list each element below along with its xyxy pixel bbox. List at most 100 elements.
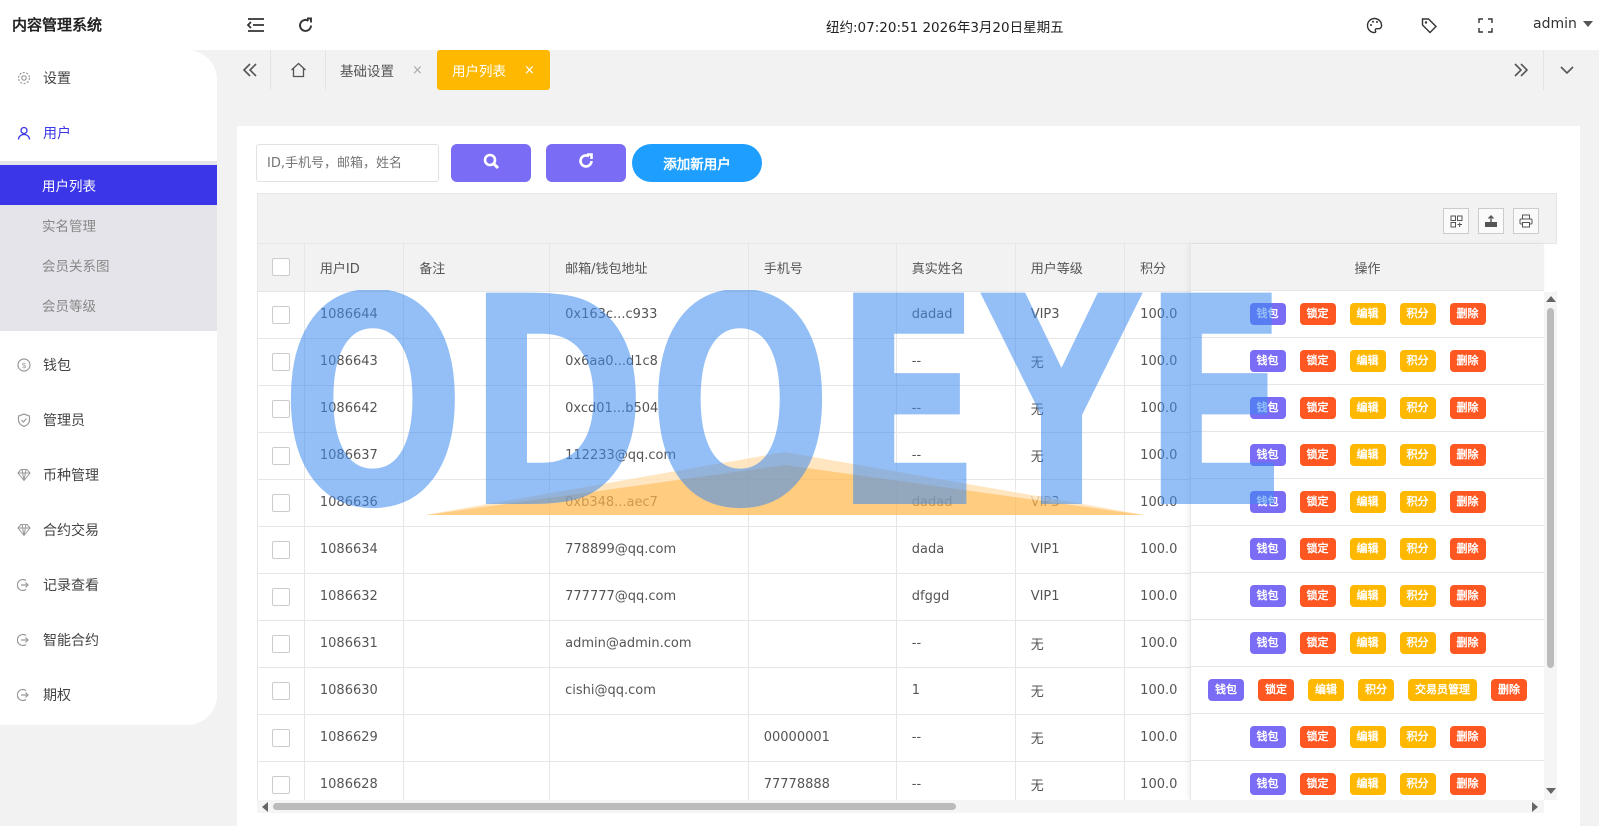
lock-button[interactable]: 锁定 (1299, 491, 1336, 513)
refresh-icon[interactable] (294, 14, 316, 36)
lock-button[interactable]: 锁定 (1299, 585, 1336, 607)
scroll-right-arrow-icon[interactable] (1532, 802, 1538, 812)
edit-button[interactable]: 编辑 (1349, 350, 1386, 372)
row-checkbox[interactable] (271, 305, 290, 324)
row-checkbox[interactable] (271, 446, 290, 465)
lock-button[interactable]: 锁定 (1299, 726, 1336, 748)
col-header-level[interactable]: 用户等级 (1015, 244, 1126, 292)
tab-user-list[interactable]: 用户列表 × (437, 50, 550, 90)
vertical-scroll-thumb[interactable] (1547, 308, 1554, 668)
close-icon[interactable]: × (524, 63, 535, 78)
edit-button[interactable]: 编辑 (1349, 726, 1386, 748)
wallet-button[interactable]: 钱包 (1249, 538, 1286, 560)
lock-button[interactable]: 锁定 (1299, 350, 1336, 372)
row-checkbox[interactable] (271, 634, 290, 653)
export-icon[interactable] (1478, 208, 1504, 234)
row-checkbox[interactable] (271, 540, 290, 559)
close-icon[interactable]: × (412, 63, 423, 78)
points-button[interactable]: 积分 (1399, 397, 1436, 419)
edit-button[interactable]: 编辑 (1349, 773, 1386, 795)
tabs-scroll-right-icon[interactable] (1511, 60, 1531, 80)
horizontal-scrollbar[interactable] (257, 800, 1544, 813)
row-checkbox[interactable] (271, 352, 290, 371)
wallet-button[interactable]: 钱包 (1249, 397, 1286, 419)
col-header-phone[interactable]: 手机号 (748, 244, 897, 292)
lock-button[interactable]: 锁定 (1299, 397, 1336, 419)
delete-button[interactable]: 删除 (1449, 538, 1486, 560)
scroll-left-arrow-icon[interactable] (262, 802, 268, 812)
delete-button[interactable]: 删除 (1449, 444, 1486, 466)
reset-button[interactable] (546, 144, 626, 182)
palette-icon[interactable] (1363, 14, 1385, 36)
submenu-member-graph[interactable]: 会员关系图 (0, 245, 217, 285)
lock-button[interactable]: 锁定 (1258, 679, 1294, 701)
row-checkbox[interactable] (271, 775, 290, 794)
sidebar-item-currencies[interactable]: 币种管理 (0, 455, 217, 495)
wallet-button[interactable]: 钱包 (1249, 350, 1286, 372)
print-icon[interactable] (1513, 208, 1539, 234)
tabs-menu-chevron-down-icon[interactable] (1557, 60, 1577, 80)
columns-icon[interactable] (1443, 208, 1469, 234)
wallet-button[interactable]: 钱包 (1249, 491, 1286, 513)
wallet-button[interactable]: 钱包 (1249, 726, 1286, 748)
row-checkbox[interactable] (271, 681, 290, 700)
points-button[interactable]: 积分 (1399, 350, 1436, 372)
points-button[interactable]: 积分 (1399, 773, 1436, 795)
delete-button[interactable]: 删除 (1449, 585, 1486, 607)
sidebar-item-contracts[interactable]: 合约交易 (0, 510, 217, 550)
wallet-button[interactable]: 钱包 (1249, 585, 1286, 607)
wallet-button[interactable]: 钱包 (1208, 679, 1244, 701)
points-button[interactable]: 积分 (1399, 726, 1436, 748)
delete-button[interactable]: 删除 (1449, 350, 1486, 372)
edit-button[interactable]: 编辑 (1349, 538, 1386, 560)
points-button[interactable]: 积分 (1358, 679, 1394, 701)
submenu-realname[interactable]: 实名管理 (0, 205, 217, 245)
edit-button[interactable]: 编辑 (1349, 585, 1386, 607)
scroll-down-arrow-icon[interactable] (1546, 788, 1556, 794)
tab-basic-settings[interactable]: 基础设置 × (325, 50, 438, 90)
select-all-checkbox[interactable] (271, 258, 290, 277)
lock-button[interactable]: 锁定 (1299, 632, 1336, 654)
edit-button[interactable]: 编辑 (1308, 679, 1344, 701)
col-header-note[interactable]: 备注 (403, 244, 551, 292)
sidebar-item-records[interactable]: 记录查看 (0, 565, 217, 605)
points-button[interactable]: 积分 (1399, 585, 1436, 607)
edit-button[interactable]: 编辑 (1349, 632, 1386, 654)
fullscreen-icon[interactable] (1474, 14, 1496, 36)
user-menu[interactable]: admin (1533, 16, 1593, 32)
delete-button[interactable]: 删除 (1449, 303, 1486, 325)
home-icon[interactable] (288, 60, 308, 80)
menu-collapse-icon[interactable] (245, 14, 267, 36)
wallet-button[interactable]: 钱包 (1249, 444, 1286, 466)
edit-button[interactable]: 编辑 (1349, 303, 1386, 325)
search-button[interactable] (451, 144, 531, 182)
submenu-member-level[interactable]: 会员等级 (0, 285, 217, 325)
sidebar-item-wallet[interactable]: $ 钱包 (0, 345, 217, 385)
search-input[interactable] (256, 144, 439, 182)
points-button[interactable]: 积分 (1399, 538, 1436, 560)
delete-button[interactable]: 删除 (1449, 726, 1486, 748)
delete-button[interactable]: 删除 (1449, 491, 1486, 513)
scroll-up-arrow-icon[interactable] (1546, 296, 1556, 302)
row-checkbox[interactable] (271, 728, 290, 747)
points-button[interactable]: 积分 (1399, 632, 1436, 654)
lock-button[interactable]: 锁定 (1299, 303, 1336, 325)
sidebar-item-admins[interactable]: 管理员 (0, 400, 217, 440)
sidebar-item-options[interactable]: 期权 (0, 675, 217, 715)
row-checkbox[interactable] (271, 587, 290, 606)
sidebar-item-settings[interactable]: 设置 (0, 58, 217, 98)
points-button[interactable]: 积分 (1399, 491, 1436, 513)
row-checkbox[interactable] (271, 493, 290, 512)
wallet-button[interactable]: 钱包 (1249, 773, 1286, 795)
col-header-email[interactable]: 邮箱/钱包地址 (549, 244, 749, 292)
edit-button[interactable]: 编辑 (1349, 491, 1386, 513)
sidebar-item-users[interactable]: 用户 (0, 113, 217, 153)
submenu-user-list[interactable]: 用户列表 (0, 165, 217, 205)
lock-button[interactable]: 锁定 (1299, 773, 1336, 795)
col-header-real-name[interactable]: 真实姓名 (896, 244, 1016, 292)
delete-button[interactable]: 删除 (1449, 397, 1486, 419)
trader-manage-button[interactable]: 交易员管理 (1408, 679, 1477, 701)
delete-button[interactable]: 删除 (1449, 773, 1486, 795)
add-user-button[interactable]: 添加新用户 (632, 144, 762, 182)
lock-button[interactable]: 锁定 (1299, 444, 1336, 466)
